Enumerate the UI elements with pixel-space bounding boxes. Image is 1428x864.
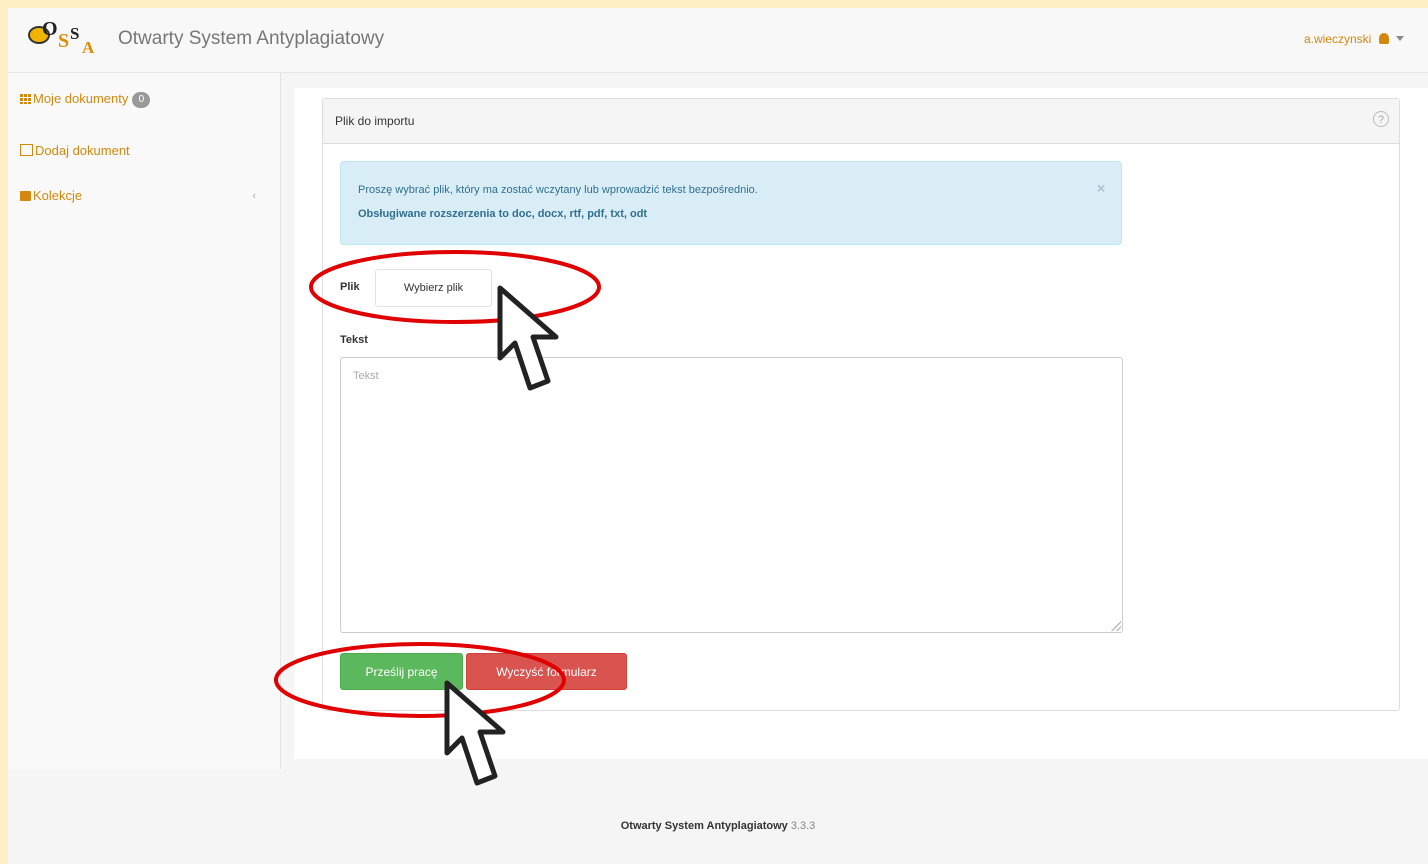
- top-navbar: O S S A Otwarty System Antyplagiatowy a.…: [8, 8, 1428, 73]
- info-alert: Proszę wybrać plik, który ma zostać wczy…: [340, 161, 1122, 245]
- help-icon[interactable]: ?: [1373, 111, 1389, 127]
- sidebar-item-dodaj-dokument[interactable]: Dodaj dokument: [20, 143, 130, 158]
- footer-name: Otwarty System Antyplagiatowy: [620, 820, 788, 832]
- choose-file-button[interactable]: Wybierz plik: [375, 269, 492, 307]
- count-badge: 0: [132, 92, 151, 108]
- submit-button[interactable]: Prześlij pracę: [340, 653, 463, 690]
- document-icon: [20, 144, 33, 156]
- grid-icon: [20, 94, 31, 104]
- alert-message: Proszę wybrać plik, który ma zostać wczy…: [358, 184, 758, 196]
- sidebar-item-label: Dodaj dokument: [35, 143, 130, 158]
- footer-version: 3.3.3: [790, 820, 816, 832]
- sidebar: Moje dokumenty 0 Dodaj dokument Kolekcje …: [8, 73, 281, 769]
- clear-form-button[interactable]: Wyczyść formularz: [466, 653, 627, 690]
- username: a.wieczynski: [1303, 32, 1372, 46]
- file-label: Plik: [340, 281, 360, 293]
- alert-extensions: Obsługiwane rozszerzenia to doc, docx, r…: [358, 208, 648, 220]
- app-frame: O S S A Otwarty System Antyplagiatowy a.…: [8, 8, 1428, 864]
- user-menu[interactable]: a.wieczynski: [1304, 32, 1404, 46]
- logo-letter: S: [58, 30, 70, 52]
- logo-letter: O: [42, 18, 58, 40]
- chevron-left-icon: ‹: [252, 190, 256, 202]
- main-content: Plik do importu ? Proszę wybrać plik, kt…: [294, 88, 1428, 759]
- logo-letter: A: [82, 38, 95, 57]
- close-icon[interactable]: ×: [1097, 180, 1105, 196]
- brand-title[interactable]: Otwarty System Antyplagiatowy: [118, 28, 384, 50]
- caret-down-icon: [1396, 36, 1404, 41]
- sidebar-item-label: Kolekcje: [33, 188, 83, 203]
- text-input[interactable]: [340, 357, 1123, 633]
- import-panel: Plik do importu ? Proszę wybrać plik, kt…: [322, 98, 1400, 711]
- resize-handle[interactable]: [1111, 621, 1121, 631]
- text-label: Tekst: [340, 334, 368, 346]
- sidebar-item-label: Moje dokumenty: [33, 91, 129, 106]
- ossa-logo[interactable]: O S S A: [24, 14, 98, 64]
- panel-header: Plik do importu ?: [323, 99, 1399, 144]
- sidebar-item-kolekcje[interactable]: Kolekcje ‹: [20, 188, 270, 203]
- logo-letter: S: [70, 24, 80, 43]
- sidebar-item-moje-dokumenty[interactable]: Moje dokumenty 0: [20, 91, 151, 108]
- briefcase-icon: [20, 191, 31, 201]
- panel-title: Plik do importu: [335, 114, 415, 128]
- user-icon: [1378, 33, 1389, 44]
- footer: Otwarty System Antyplagiatowy 3.3.3: [8, 820, 1428, 864]
